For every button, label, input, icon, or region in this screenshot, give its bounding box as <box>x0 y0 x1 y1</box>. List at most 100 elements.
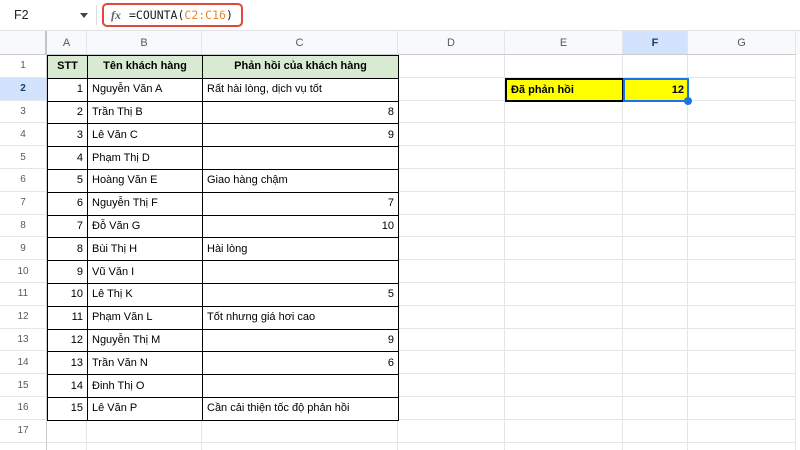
column-header-C[interactable]: C <box>202 31 398 55</box>
cell-E2[interactable]: Đã phản hồi <box>505 77 624 102</box>
cell-F7[interactable] <box>623 191 688 215</box>
cell-D3[interactable] <box>398 100 505 124</box>
cell-E1[interactable] <box>505 55 623 78</box>
column-header-E[interactable]: E <box>505 31 623 55</box>
cell-C9[interactable]: Hài lòng <box>202 237 399 262</box>
cell-E18[interactable] <box>505 442 623 450</box>
cell-D12[interactable] <box>398 305 505 329</box>
cell-A7[interactable]: 6 <box>47 191 88 216</box>
row-header-17[interactable]: 17 <box>0 419 47 443</box>
cell-F18[interactable] <box>623 442 688 450</box>
cell-E6[interactable] <box>505 169 623 192</box>
row-header-14[interactable]: 14 <box>0 351 47 375</box>
row-header-3[interactable]: 3 <box>0 100 47 124</box>
cell-E8[interactable] <box>505 214 623 238</box>
cell-E14[interactable] <box>505 351 623 375</box>
formula-input[interactable]: =COUNTA(C2:C16) <box>129 8 233 22</box>
cell-C17[interactable] <box>202 419 398 443</box>
cell-C10[interactable] <box>202 260 399 284</box>
cell-G14[interactable] <box>688 351 796 375</box>
cell-E17[interactable] <box>505 419 623 443</box>
cell-C1[interactable]: Phản hồi của khách hàng <box>202 55 399 79</box>
row-header-10[interactable]: 10 <box>0 260 47 283</box>
cell-E12[interactable] <box>505 305 623 329</box>
cell-C16[interactable]: Cần cải thiện tốc độ phản hồi <box>202 397 399 421</box>
cell-E16[interactable] <box>505 397 623 420</box>
cell-D4[interactable] <box>398 123 505 147</box>
cell-B7[interactable]: Nguyễn Thị F <box>87 191 203 216</box>
cell-A8[interactable]: 7 <box>47 214 88 239</box>
cell-E10[interactable] <box>505 260 623 283</box>
cell-D15[interactable] <box>398 374 505 397</box>
cell-E15[interactable] <box>505 374 623 397</box>
cell-D6[interactable] <box>398 169 505 192</box>
cell-D8[interactable] <box>398 214 505 238</box>
column-header-F[interactable]: F <box>623 31 688 55</box>
cell-E7[interactable] <box>505 191 623 215</box>
cell-F5[interactable] <box>623 146 688 169</box>
cell-G10[interactable] <box>688 260 796 283</box>
cell-A18[interactable] <box>47 442 87 450</box>
cell-B18[interactable] <box>87 442 202 450</box>
cell-A16[interactable]: 15 <box>47 397 88 421</box>
column-header-D[interactable]: D <box>398 31 505 55</box>
name-box-dropdown-icon[interactable] <box>80 12 88 18</box>
cell-A4[interactable]: 3 <box>47 123 88 148</box>
cell-B8[interactable]: Đỗ Văn G <box>87 214 203 239</box>
column-header-A[interactable]: A <box>47 31 87 55</box>
cell-B3[interactable]: Trần Thị B <box>87 100 203 125</box>
cell-C18[interactable] <box>202 442 398 450</box>
cell-F1[interactable] <box>623 55 688 78</box>
cell-E5[interactable] <box>505 146 623 169</box>
cell-C14[interactable]: 6 <box>202 351 399 376</box>
cell-F6[interactable] <box>623 169 688 192</box>
cell-D10[interactable] <box>398 260 505 283</box>
cell-D2[interactable] <box>398 77 505 101</box>
cell-F8[interactable] <box>623 214 688 238</box>
row-header-7[interactable]: 7 <box>0 191 47 215</box>
row-header-16[interactable]: 16 <box>0 397 47 420</box>
cell-D16[interactable] <box>398 397 505 420</box>
cell-C6[interactable]: Giao hàng chậm <box>202 169 399 193</box>
cell-D7[interactable] <box>398 191 505 215</box>
cell-A17[interactable] <box>47 419 87 443</box>
cell-B17[interactable] <box>87 419 202 443</box>
cell-F4[interactable] <box>623 123 688 147</box>
cell-A3[interactable]: 2 <box>47 100 88 125</box>
cell-C11[interactable]: 5 <box>202 283 399 307</box>
cell-B12[interactable]: Phạm Văn L <box>87 305 203 330</box>
cell-B14[interactable]: Trần Văn N <box>87 351 203 376</box>
cell-C15[interactable] <box>202 374 399 398</box>
cell-C13[interactable]: 9 <box>202 328 399 353</box>
cell-F2[interactable]: 12 <box>623 77 689 102</box>
cell-A10[interactable]: 9 <box>47 260 88 284</box>
row-header-1[interactable]: 1 <box>0 55 47 78</box>
cell-D13[interactable] <box>398 328 505 352</box>
cell-B15[interactable]: Đinh Thị O <box>87 374 203 398</box>
cell-G1[interactable] <box>688 55 796 78</box>
cell-F3[interactable] <box>623 100 688 124</box>
cell-F15[interactable] <box>623 374 688 397</box>
cell-B6[interactable]: Hoàng Văn E <box>87 169 203 193</box>
cell-B2[interactable]: Nguyễn Văn A <box>87 77 203 102</box>
cell-D14[interactable] <box>398 351 505 375</box>
select-all-corner[interactable] <box>0 31 47 55</box>
cell-E11[interactable] <box>505 283 623 306</box>
cell-B13[interactable]: Nguyễn Thị M <box>87 328 203 353</box>
cell-F13[interactable] <box>623 328 688 352</box>
name-box[interactable]: F2 <box>0 0 96 30</box>
cell-D1[interactable] <box>398 55 505 78</box>
cell-B11[interactable]: Lê Thị K <box>87 283 203 307</box>
cell-F14[interactable] <box>623 351 688 375</box>
row-header-13[interactable]: 13 <box>0 328 47 352</box>
cell-A6[interactable]: 5 <box>47 169 88 193</box>
cell-G12[interactable] <box>688 305 796 329</box>
cell-G13[interactable] <box>688 328 796 352</box>
row-header-5[interactable]: 5 <box>0 146 47 169</box>
cell-G4[interactable] <box>688 123 796 147</box>
cell-A2[interactable]: 1 <box>47 77 88 102</box>
cell-A13[interactable]: 12 <box>47 328 88 353</box>
cell-D18[interactable] <box>398 442 505 450</box>
cell-C12[interactable]: Tốt nhưng giá hơi cao <box>202 305 399 330</box>
cell-E9[interactable] <box>505 237 623 261</box>
